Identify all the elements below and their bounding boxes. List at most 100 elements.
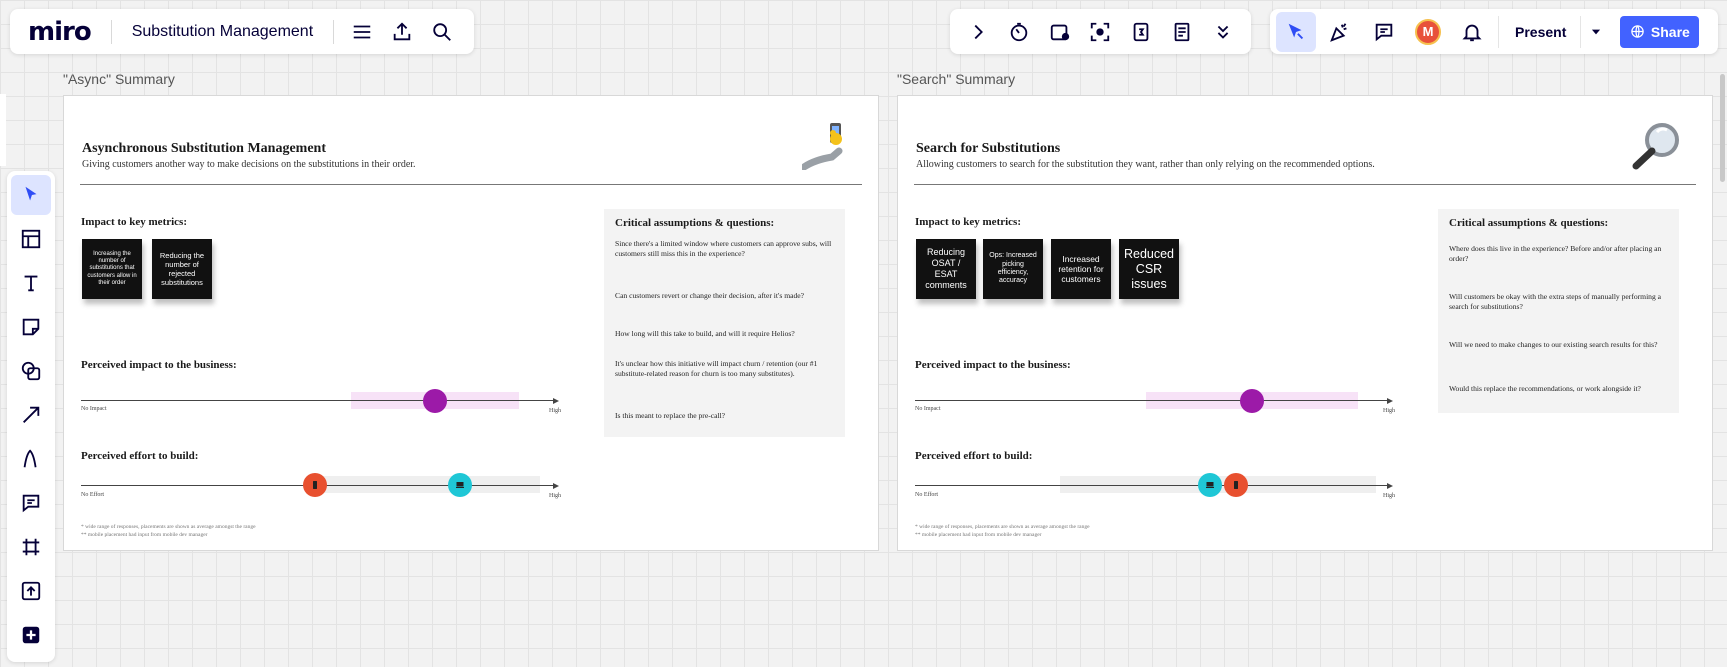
- arrow-head: [553, 398, 559, 404]
- scrollbar-left[interactable]: [0, 94, 6, 166]
- board-title[interactable]: Substitution Management: [120, 23, 325, 41]
- desktop-icon: [456, 482, 464, 488]
- voting-icon[interactable]: [1040, 12, 1080, 52]
- avatar-initial: M: [1415, 18, 1441, 45]
- reactions-icon[interactable]: [1320, 12, 1360, 52]
- present-dropdown-icon[interactable]: [1580, 15, 1610, 48]
- vertical-scrollbar[interactable]: [1720, 74, 1725, 182]
- board-header: miro Substitution Management: [10, 9, 474, 54]
- mobile-effort-marker[interactable]: [1224, 473, 1248, 497]
- scale-high-label: High: [1383, 408, 1395, 414]
- present-control: Present: [1498, 15, 1610, 48]
- frame-title: Search for Substitutions: [916, 141, 1061, 156]
- assumptions-box[interactable]: Critical assumptions & questions: Since …: [604, 209, 845, 437]
- sticky-note[interactable]: Reducing the number of rejected substitu…: [152, 239, 212, 299]
- menu-icon[interactable]: [342, 12, 382, 52]
- frame-search-summary[interactable]: Search for Substitutions Allowing custom…: [897, 95, 1713, 551]
- impact-marker[interactable]: [423, 389, 447, 413]
- footnote-mobile: ** mobile placement had input from mobil…: [81, 532, 208, 539]
- footnote-mobile: ** mobile placement had input from mobil…: [915, 532, 1042, 539]
- question-item: Would this replace the recommendations, …: [1449, 384, 1641, 393]
- impact-scale-line: [81, 400, 553, 401]
- pen-icon[interactable]: [11, 439, 51, 479]
- effort-heading: Perceived effort to build:: [915, 450, 1033, 462]
- frame-subtitle: Allowing customers to search for the sub…: [916, 159, 1375, 170]
- question-item: It's unclear how this initiative will im…: [615, 359, 818, 378]
- mobile-effort-marker[interactable]: [303, 473, 327, 497]
- sticky-note[interactable]: Reducing OSAT / ESAT comments: [916, 239, 976, 299]
- question-item: Will customers be okay with the extra st…: [1449, 292, 1662, 311]
- sticky-note[interactable]: Reduced CSR issues: [1119, 239, 1179, 299]
- impact-marker[interactable]: [1240, 389, 1264, 413]
- title-divider: [914, 184, 1696, 185]
- business-impact-heading: Perceived impact to the business:: [915, 359, 1071, 371]
- timer-icon[interactable]: [999, 12, 1039, 52]
- notes-icon[interactable]: [1162, 12, 1202, 52]
- footnote-range: * wide range of responses, placements ar…: [81, 524, 256, 530]
- chevron-right-icon[interactable]: [958, 12, 998, 52]
- present-button[interactable]: Present: [1499, 24, 1580, 40]
- share-button[interactable]: Share: [1620, 15, 1700, 48]
- frame-subtitle: Giving customers another way to make dec…: [82, 159, 416, 170]
- upload-icon[interactable]: [11, 571, 51, 611]
- footnotes: * wide range of responses, placements ar…: [915, 523, 1090, 540]
- assumptions-heading: Critical assumptions & questions:: [1449, 217, 1609, 229]
- comments-icon[interactable]: [1364, 12, 1404, 52]
- miro-logo[interactable]: miro: [18, 17, 103, 47]
- comment-icon[interactable]: [11, 483, 51, 523]
- magnifier-emoji: [1631, 120, 1683, 175]
- cursor-follow-icon[interactable]: [1276, 11, 1316, 52]
- sticky-note[interactable]: Increasing the number of substitutions t…: [82, 239, 142, 299]
- add-icon[interactable]: [11, 615, 51, 655]
- text-icon[interactable]: [11, 263, 51, 303]
- search-icon[interactable]: [422, 12, 462, 52]
- title-divider: [80, 184, 862, 185]
- effort-heading: Perceived effort to build:: [81, 450, 199, 462]
- templates-icon[interactable]: [11, 219, 51, 259]
- arrow-icon[interactable]: [11, 395, 51, 435]
- scale-high-label: High: [549, 493, 561, 499]
- frame-label-async[interactable]: "Async" Summary: [63, 71, 175, 87]
- frame-async-summary[interactable]: Asynchronous Substitution Management Giv…: [63, 95, 879, 551]
- arrow-head: [1387, 398, 1393, 404]
- desktop-effort-marker[interactable]: [448, 473, 472, 497]
- frame-label-search[interactable]: "Search" Summary: [897, 71, 1015, 87]
- footnotes: * wide range of responses, placements ar…: [81, 523, 256, 540]
- divider: [333, 19, 335, 44]
- metrics-heading: Impact to key metrics:: [915, 216, 1021, 228]
- question-item: Where does this live in the experience? …: [1449, 244, 1662, 263]
- select-icon[interactable]: [11, 175, 51, 215]
- metrics-heading: Impact to key metrics:: [81, 216, 187, 228]
- scale-low-label: No Impact: [915, 406, 941, 412]
- question-item: Will we need to make changes to our exis…: [1449, 340, 1658, 349]
- left-toolbar: [7, 171, 55, 662]
- arrow-head: [1387, 483, 1393, 489]
- shapes-icon[interactable]: [11, 351, 51, 391]
- question-item: Since there's a limited window where cus…: [615, 239, 832, 258]
- scale-high-label: High: [549, 408, 561, 414]
- question-item: How long will this take to build, and wi…: [615, 329, 795, 338]
- sticky-note[interactable]: Ops: Increased picking efficiency, accur…: [983, 239, 1043, 299]
- assumptions-box[interactable]: Critical assumptions & questions: Where …: [1438, 209, 1679, 413]
- arrow-head: [553, 483, 559, 489]
- footnote-range: * wide range of responses, placements ar…: [915, 524, 1090, 530]
- calendar-icon[interactable]: [1121, 12, 1161, 52]
- focus-icon[interactable]: [1080, 12, 1120, 52]
- more-chevron-icon[interactable]: [1203, 12, 1243, 52]
- scale-high-label: High: [1383, 493, 1395, 499]
- divider: [110, 19, 112, 44]
- assumptions-heading: Critical assumptions & questions:: [615, 217, 775, 229]
- question-item: Can customers revert or change their dec…: [615, 291, 805, 300]
- sticky-note[interactable]: Increased retention for customers: [1051, 239, 1111, 299]
- scale-low-label: No Effort: [81, 492, 105, 498]
- desktop-effort-marker[interactable]: [1198, 473, 1222, 497]
- avatar[interactable]: M: [1408, 12, 1448, 52]
- impact-scale-line: [915, 400, 1387, 401]
- business-impact-heading: Perceived impact to the business:: [81, 359, 237, 371]
- frame-icon[interactable]: [11, 527, 51, 567]
- mobile-icon: [313, 481, 317, 489]
- sticky-note-icon[interactable]: [11, 307, 51, 347]
- bell-icon[interactable]: [1452, 12, 1492, 52]
- globe-icon: [1631, 25, 1644, 38]
- export-icon[interactable]: [382, 12, 422, 52]
